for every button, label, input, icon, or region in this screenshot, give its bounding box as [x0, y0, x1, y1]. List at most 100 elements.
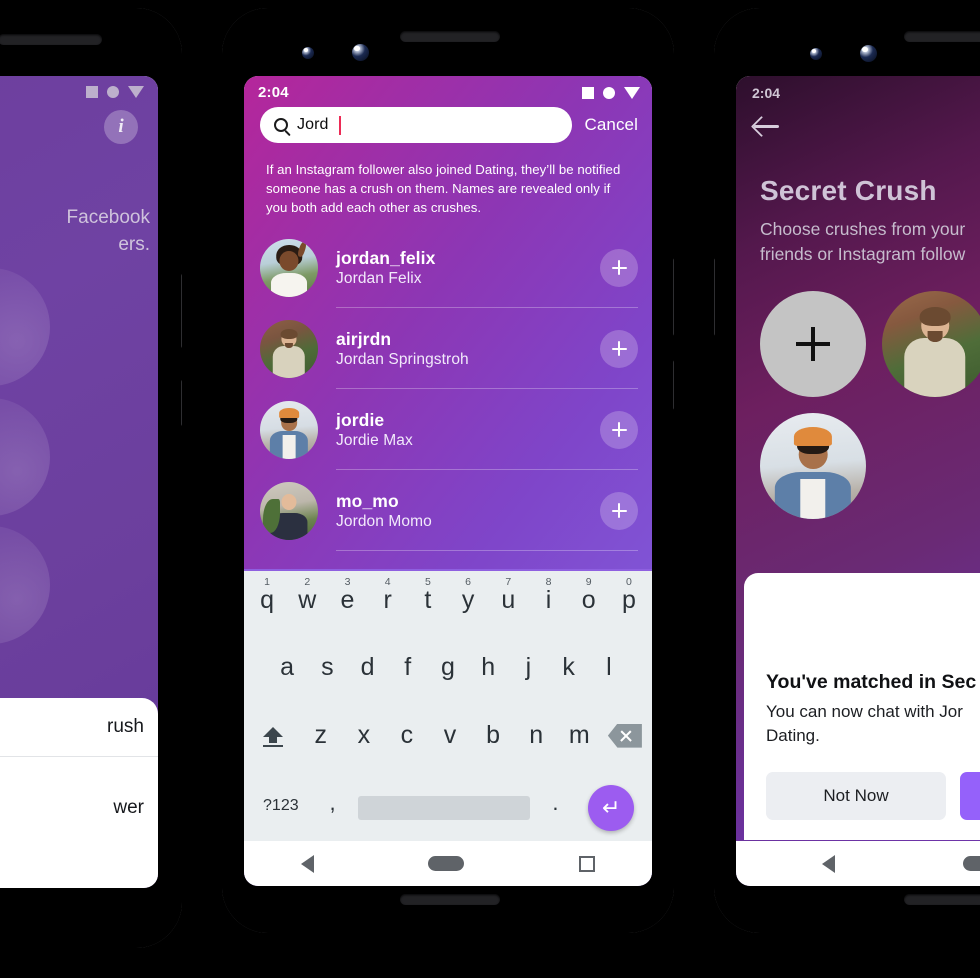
key-label: o [581, 586, 596, 614]
keyboard-row-4: ?123 , . ↵ [247, 779, 649, 833]
key-w[interactable]: 2w [287, 577, 327, 627]
backspace-key[interactable] [601, 712, 649, 762]
key-d[interactable]: d [347, 644, 387, 694]
result-handle: jordie [336, 409, 385, 430]
dialog-body: You can now chat with Jor Dating. [766, 700, 980, 748]
key-h[interactable]: h [468, 644, 508, 694]
space-key[interactable] [358, 795, 530, 820]
left-phone-screen: i Facebook ers. rush wer [0, 76, 158, 888]
home-icon[interactable] [963, 856, 980, 871]
portrait-jordan-felix [260, 238, 318, 297]
comma-key[interactable]: , [313, 783, 353, 833]
left-phone-device: i Facebook ers. rush wer [0, 8, 182, 948]
front-camera-icon [860, 45, 877, 62]
add-crush-button[interactable] [600, 248, 638, 287]
search-icon [274, 118, 288, 132]
key-f[interactable]: f [388, 644, 428, 694]
primary-action-button[interactable] [960, 772, 980, 820]
circle-icon [603, 86, 615, 99]
add-crush-tile[interactable] [760, 291, 866, 397]
table-row[interactable]: airjrdn Jordan Springstroh [244, 308, 652, 389]
key-q[interactable]: 1q [247, 577, 287, 627]
key-i[interactable]: 8i [528, 577, 568, 627]
key-c[interactable]: c [385, 712, 428, 762]
key-k[interactable]: k [549, 644, 589, 694]
shift-key[interactable] [247, 712, 299, 762]
key-a[interactable]: a [267, 644, 307, 694]
left-body-text: Facebook ers. [0, 144, 158, 258]
back-icon[interactable] [822, 854, 835, 873]
square-icon [582, 86, 594, 99]
key-n[interactable]: n [515, 712, 558, 762]
add-crush-button[interactable] [600, 491, 638, 530]
screenshot-stage: i Facebook ers. rush wer 2:04 Jord Cance… [0, 0, 980, 978]
key-r[interactable]: 4r [368, 577, 408, 627]
recents-icon[interactable] [578, 855, 595, 872]
left-nav-bar [0, 843, 158, 888]
back-icon[interactable] [301, 854, 315, 873]
key-p[interactable]: 0p [609, 577, 649, 627]
cancel-button[interactable]: Cancel [584, 115, 638, 135]
dialog-body-line-2: Dating. [766, 726, 820, 745]
key-e[interactable]: 3e [327, 577, 367, 627]
key-j[interactable]: j [508, 644, 548, 694]
keyboard-row-3: z x c v b n m [247, 712, 649, 762]
search-input[interactable]: Jord [260, 107, 573, 143]
status-time: 2:04 [258, 84, 289, 101]
key-u[interactable]: 7u [488, 577, 528, 627]
crush-tile[interactable] [882, 291, 980, 397]
sheet-item-crush[interactable]: rush [0, 698, 158, 756]
symbols-key[interactable]: ?123 [249, 783, 313, 833]
result-handle: mo_mo [336, 490, 399, 511]
home-icon[interactable] [428, 856, 465, 871]
center-phone-screen: 2:04 Jord Cancel If an Instagram followe… [244, 76, 652, 886]
key-o[interactable]: 9o [569, 577, 609, 627]
avatar [260, 238, 318, 297]
key-m[interactable]: m [558, 712, 601, 762]
center-status-bar: 2:04 [244, 76, 652, 103]
info-icon[interactable]: i [104, 110, 138, 144]
add-crush-button[interactable] [600, 329, 638, 368]
earpiece-speaker [0, 34, 102, 45]
key-l[interactable]: l [589, 644, 629, 694]
crush-tile[interactable] [760, 413, 866, 519]
enter-key[interactable]: ↵ [588, 784, 635, 831]
key-s[interactable]: s [307, 644, 347, 694]
bottom-speaker [904, 894, 980, 905]
not-now-button[interactable]: Not Now [766, 772, 946, 820]
key-num: 3 [344, 576, 351, 588]
power-button[interactable] [181, 274, 182, 348]
center-phone-device: 2:04 Jord Cancel If an Instagram followe… [222, 8, 674, 933]
key-y[interactable]: 6y [448, 577, 488, 627]
period-key[interactable]: . [536, 783, 576, 833]
key-z[interactable]: z [299, 712, 342, 762]
key-b[interactable]: b [472, 712, 515, 762]
arrow-left-icon[interactable] [754, 115, 780, 137]
table-row[interactable]: jordan_felix Jordan Felix [244, 227, 652, 308]
result-name: Jordon Momo [336, 512, 432, 530]
key-t[interactable]: 5t [408, 577, 448, 627]
key-label: u [501, 586, 516, 614]
power-button[interactable] [673, 258, 674, 336]
result-meta: airjrdn Jordan Springstroh [336, 329, 600, 369]
volume-button[interactable] [181, 380, 182, 426]
table-row[interactable]: jordie Jordie Max [244, 389, 652, 470]
key-v[interactable]: v [428, 712, 471, 762]
volume-button[interactable] [673, 360, 674, 410]
sheet-item-follower[interactable]: wer [0, 757, 158, 843]
power-button[interactable] [714, 258, 715, 336]
front-camera-icon [352, 44, 369, 61]
result-handle: airjrdn [336, 328, 392, 349]
key-g[interactable]: g [428, 644, 468, 694]
page-subtitle-line-2: friends or Instagram follow [760, 244, 966, 264]
key-num: 7 [505, 576, 512, 588]
left-status-bar [0, 76, 158, 98]
add-crush-button[interactable] [600, 410, 638, 449]
page-subtitle-line-1: Choose crushes from your [760, 219, 966, 239]
portrait-airjrdn [260, 319, 318, 378]
right-phone-body: 2:04 Secret Crush Choose crushes from yo… [714, 8, 980, 933]
key-x[interactable]: x [342, 712, 385, 762]
table-row[interactable]: mo_mo Jordon Momo [244, 470, 652, 551]
key-label: t [424, 586, 432, 614]
